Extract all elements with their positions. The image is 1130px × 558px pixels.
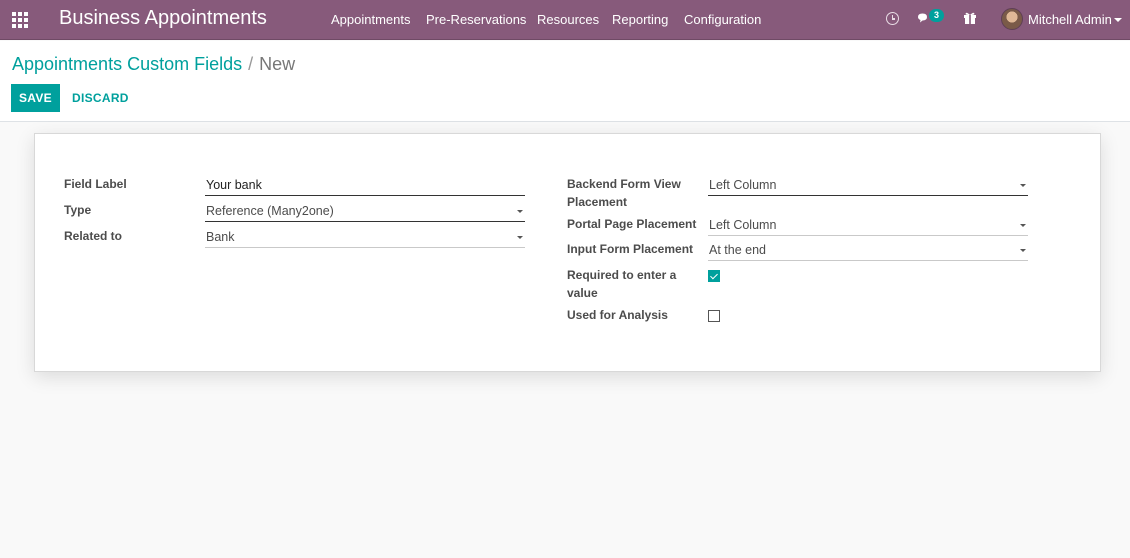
field-label-label: Field Label (64, 177, 127, 191)
portal-placement-label: Portal Page Placement (567, 217, 697, 231)
required-label: Required to enter a value (567, 266, 676, 302)
required-checkbox[interactable] (708, 270, 720, 282)
gift-icon[interactable] (963, 11, 977, 25)
user-avatar[interactable] (1001, 8, 1023, 30)
analysis-checkbox[interactable] (708, 310, 720, 322)
field-label-input[interactable]: Your bank (205, 176, 525, 196)
required-label-line2: value (567, 286, 598, 300)
backend-placement-select[interactable]: Left Column (708, 176, 1028, 196)
activity-clock-icon[interactable] (886, 12, 899, 25)
backend-placement-label-line2: Placement (567, 195, 628, 209)
menu-resources[interactable]: Resources (537, 12, 599, 27)
input-placement-chevron-down-icon (1020, 249, 1026, 252)
app-title[interactable]: Business Appointments (59, 7, 267, 30)
backend-placement-value: Left Column (709, 178, 777, 192)
user-menu-chevron-down-icon[interactable] (1114, 18, 1122, 22)
form-sheet: Field Label Your bank Type Reference (Ma… (34, 133, 1101, 372)
top-navbar: Business Appointments Appointments Pre-R… (0, 0, 1130, 40)
required-label-line1: Required to enter a (567, 268, 677, 282)
type-chevron-down-icon (517, 210, 523, 213)
analysis-label: Used for Analysis (567, 308, 668, 322)
menu-reporting[interactable]: Reporting (612, 12, 668, 27)
related-to-select[interactable]: Bank (205, 228, 525, 248)
portal-placement-select[interactable]: Left Column (708, 216, 1028, 236)
breadcrumb-current: New (259, 54, 296, 74)
related-to-value: Bank (206, 230, 235, 244)
menu-appointments[interactable]: Appointments (331, 12, 411, 27)
user-name[interactable]: Mitchell Admin (1028, 12, 1112, 27)
related-to-label: Related to (64, 229, 123, 243)
messages-count-badge: 3 (929, 9, 944, 22)
input-placement-select[interactable]: At the end (708, 241, 1028, 261)
breadcrumb-parent-link[interactable]: Appointments Custom Fields (12, 54, 242, 74)
field-label-value: Your bank (206, 178, 262, 192)
control-panel: Appointments Custom Fields / New SAVE DISC… (0, 41, 1130, 122)
input-placement-value: At the end (709, 243, 766, 257)
apps-menu-icon[interactable] (12, 12, 28, 28)
portal-placement-chevron-down-icon (1020, 224, 1026, 227)
related-to-chevron-down-icon (517, 236, 523, 239)
input-placement-label: Input Form Placement (567, 242, 694, 256)
breadcrumb-separator: / (248, 54, 254, 74)
type-value: Reference (Many2one) (206, 204, 334, 218)
backend-placement-chevron-down-icon (1020, 184, 1026, 187)
menu-pre-reservations[interactable]: Pre-Reservations (426, 12, 526, 27)
type-select[interactable]: Reference (Many2one) (205, 202, 525, 222)
discard-button[interactable]: DISCARD (66, 84, 135, 112)
menu-configuration[interactable]: Configuration (684, 12, 761, 27)
type-label: Type (64, 203, 92, 217)
breadcrumb: Appointments Custom Fields / New (12, 54, 295, 75)
backend-placement-label-line1: Backend Form View (567, 177, 681, 191)
portal-placement-value: Left Column (709, 218, 777, 232)
save-button[interactable]: SAVE (11, 84, 60, 112)
backend-placement-label: Backend Form View Placement (567, 175, 681, 211)
